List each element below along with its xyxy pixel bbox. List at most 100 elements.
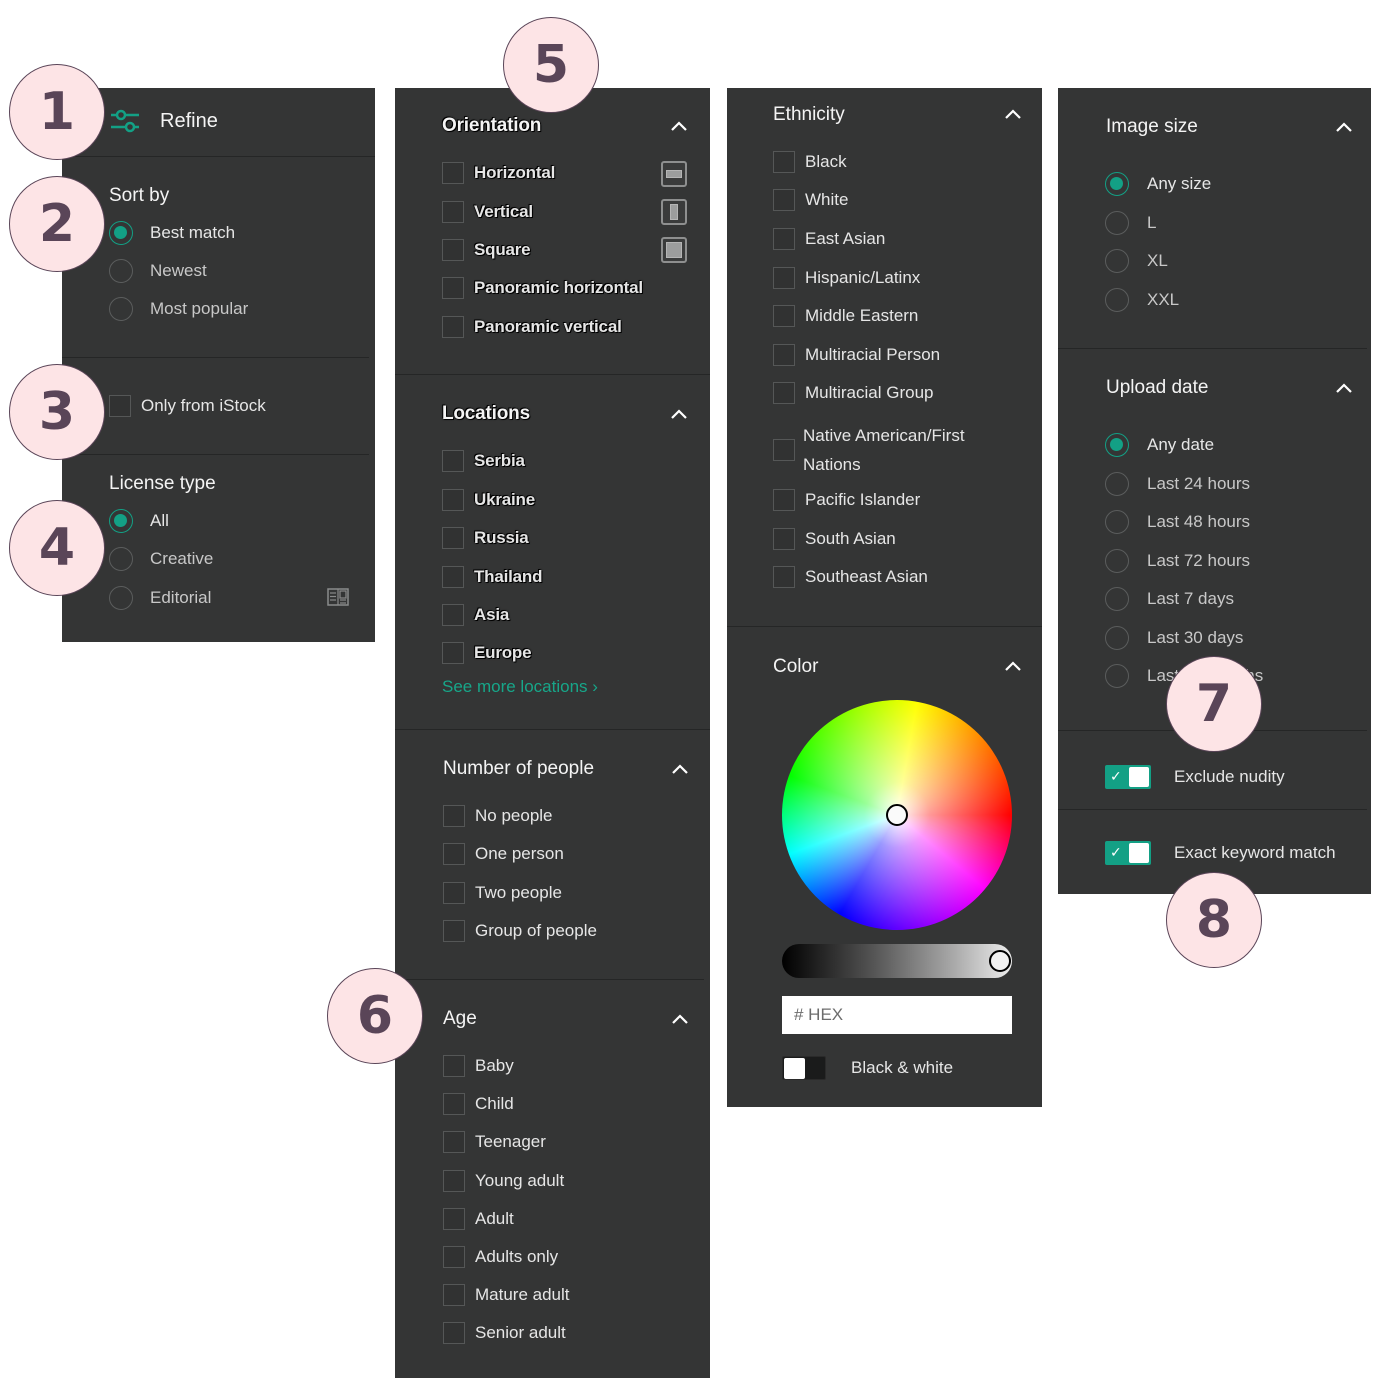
only-istock-checkbox[interactable]: Only from iStock xyxy=(109,395,266,417)
checkbox[interactable] xyxy=(442,489,464,511)
radio-selected[interactable] xyxy=(109,509,133,533)
checkbox[interactable] xyxy=(109,395,131,417)
license-option-all[interactable]: All xyxy=(109,509,169,533)
ethnicity-option[interactable]: Black xyxy=(773,151,847,173)
checkbox[interactable] xyxy=(773,566,795,588)
checkbox[interactable] xyxy=(773,489,795,511)
radio[interactable] xyxy=(1105,626,1129,650)
checkbox[interactable] xyxy=(773,151,795,173)
location-option[interactable]: Asia xyxy=(442,604,509,626)
chevron-up-icon[interactable] xyxy=(1005,661,1021,671)
sort-option-most-popular[interactable]: Most popular xyxy=(109,297,248,321)
upload-date-option[interactable]: Last 48 hours xyxy=(1105,510,1250,534)
sort-option-best-match[interactable]: Best match xyxy=(109,221,235,245)
image-size-option-any[interactable]: Any size xyxy=(1105,172,1211,196)
radio[interactable] xyxy=(109,297,133,321)
checkbox[interactable] xyxy=(443,1170,465,1192)
radio[interactable] xyxy=(1105,249,1129,273)
ethnicity-option[interactable]: White xyxy=(773,189,848,211)
hex-color-input[interactable] xyxy=(782,996,1012,1034)
age-option[interactable]: Adults only xyxy=(443,1246,558,1268)
chevron-up-icon[interactable] xyxy=(1336,122,1352,132)
orientation-option-panoramic-horizontal[interactable]: Panoramic horizontal xyxy=(442,277,643,299)
upload-date-option[interactable]: Last 72 hours xyxy=(1105,549,1250,573)
chevron-up-icon[interactable] xyxy=(672,1014,688,1024)
chevron-up-icon[interactable] xyxy=(1336,383,1352,393)
radio-selected[interactable] xyxy=(1105,172,1129,196)
image-size-option-xxl[interactable]: XXL xyxy=(1105,288,1179,312)
image-size-option-xl[interactable]: XL xyxy=(1105,249,1168,273)
ethnicity-option[interactable]: Pacific Islander xyxy=(773,489,920,511)
radio[interactable] xyxy=(1105,510,1129,534)
ethnicity-option[interactable]: East Asian xyxy=(773,228,885,250)
checkbox[interactable] xyxy=(443,1246,465,1268)
age-option[interactable]: Young adult xyxy=(443,1170,564,1192)
brightness-slider-handle[interactable] xyxy=(989,950,1011,972)
location-option[interactable]: Thailand xyxy=(442,566,542,588)
checkbox[interactable] xyxy=(443,882,465,904)
checkbox[interactable] xyxy=(773,528,795,550)
color-wheel[interactable] xyxy=(782,700,1012,930)
checkbox[interactable] xyxy=(443,1131,465,1153)
black-white-toggle[interactable] xyxy=(782,1056,826,1080)
see-more-locations-link[interactable]: See more locations › xyxy=(442,677,598,697)
checkbox[interactable] xyxy=(443,843,465,865)
checkbox[interactable] xyxy=(442,604,464,626)
people-option[interactable]: Group of people xyxy=(443,920,597,942)
upload-date-option[interactable]: Last 7 days xyxy=(1105,587,1234,611)
checkbox[interactable] xyxy=(773,267,795,289)
checkbox[interactable] xyxy=(442,277,464,299)
radio[interactable] xyxy=(1105,549,1129,573)
people-option[interactable]: No people xyxy=(443,805,553,827)
checkbox[interactable] xyxy=(442,201,464,223)
checkbox[interactable] xyxy=(443,920,465,942)
checkbox[interactable] xyxy=(442,566,464,588)
radio-selected[interactable] xyxy=(1105,433,1129,457)
checkbox[interactable] xyxy=(442,527,464,549)
orientation-option-square[interactable]: Square xyxy=(442,239,531,261)
exclude-nudity-toggle[interactable]: ✓ xyxy=(1105,765,1151,789)
color-picker-handle[interactable] xyxy=(886,804,908,826)
age-option[interactable]: Teenager xyxy=(443,1131,546,1153)
chevron-up-icon[interactable] xyxy=(1005,109,1021,119)
exclude-nudity-toggle-row[interactable]: ✓ Exclude nudity xyxy=(1105,765,1285,789)
orientation-option-horizontal[interactable]: Horizontal xyxy=(442,162,555,184)
chevron-up-icon[interactable] xyxy=(671,409,687,419)
radio[interactable] xyxy=(109,547,133,571)
location-option[interactable]: Europe xyxy=(442,642,532,664)
age-option[interactable]: Senior adult xyxy=(443,1322,566,1344)
radio[interactable] xyxy=(1105,587,1129,611)
ethnicity-option[interactable]: Multiracial Group xyxy=(773,382,934,404)
ethnicity-option[interactable]: Southeast Asian xyxy=(773,566,928,588)
checkbox[interactable] xyxy=(773,189,795,211)
checkbox[interactable] xyxy=(442,450,464,472)
refine-header[interactable]: Refine xyxy=(62,88,375,157)
upload-date-option[interactable]: Last 30 days xyxy=(1105,626,1243,650)
ethnicity-option[interactable]: Hispanic/Latinx xyxy=(773,267,920,289)
checkbox[interactable] xyxy=(773,439,795,461)
checkbox[interactable] xyxy=(773,344,795,366)
age-option[interactable]: Adult xyxy=(443,1208,514,1230)
checkbox[interactable] xyxy=(443,1055,465,1077)
ethnicity-option[interactable]: Middle Eastern xyxy=(773,305,918,327)
brightness-slider[interactable] xyxy=(782,944,1012,978)
radio[interactable] xyxy=(1105,472,1129,496)
upload-date-option-any[interactable]: Any date xyxy=(1105,433,1214,457)
checkbox[interactable] xyxy=(443,1093,465,1115)
checkbox[interactable] xyxy=(442,239,464,261)
people-option[interactable]: Two people xyxy=(443,882,562,904)
orientation-option-vertical[interactable]: Vertical xyxy=(442,201,533,223)
upload-date-option[interactable]: Last 24 hours xyxy=(1105,472,1250,496)
radio[interactable] xyxy=(109,586,133,610)
age-option[interactable]: Child xyxy=(443,1093,514,1115)
chevron-up-icon[interactable] xyxy=(671,121,687,131)
image-size-option-l[interactable]: L xyxy=(1105,211,1156,235)
radio-selected[interactable] xyxy=(109,221,133,245)
black-white-toggle-row[interactable]: Black & white xyxy=(782,1056,953,1080)
radio[interactable] xyxy=(1105,664,1129,688)
exact-keyword-toggle-row[interactable]: ✓ Exact keyword match xyxy=(1105,841,1336,865)
location-option[interactable]: Serbia xyxy=(442,450,525,472)
checkbox[interactable] xyxy=(443,805,465,827)
radio[interactable] xyxy=(1105,211,1129,235)
ethnicity-option[interactable]: South Asian xyxy=(773,528,896,550)
